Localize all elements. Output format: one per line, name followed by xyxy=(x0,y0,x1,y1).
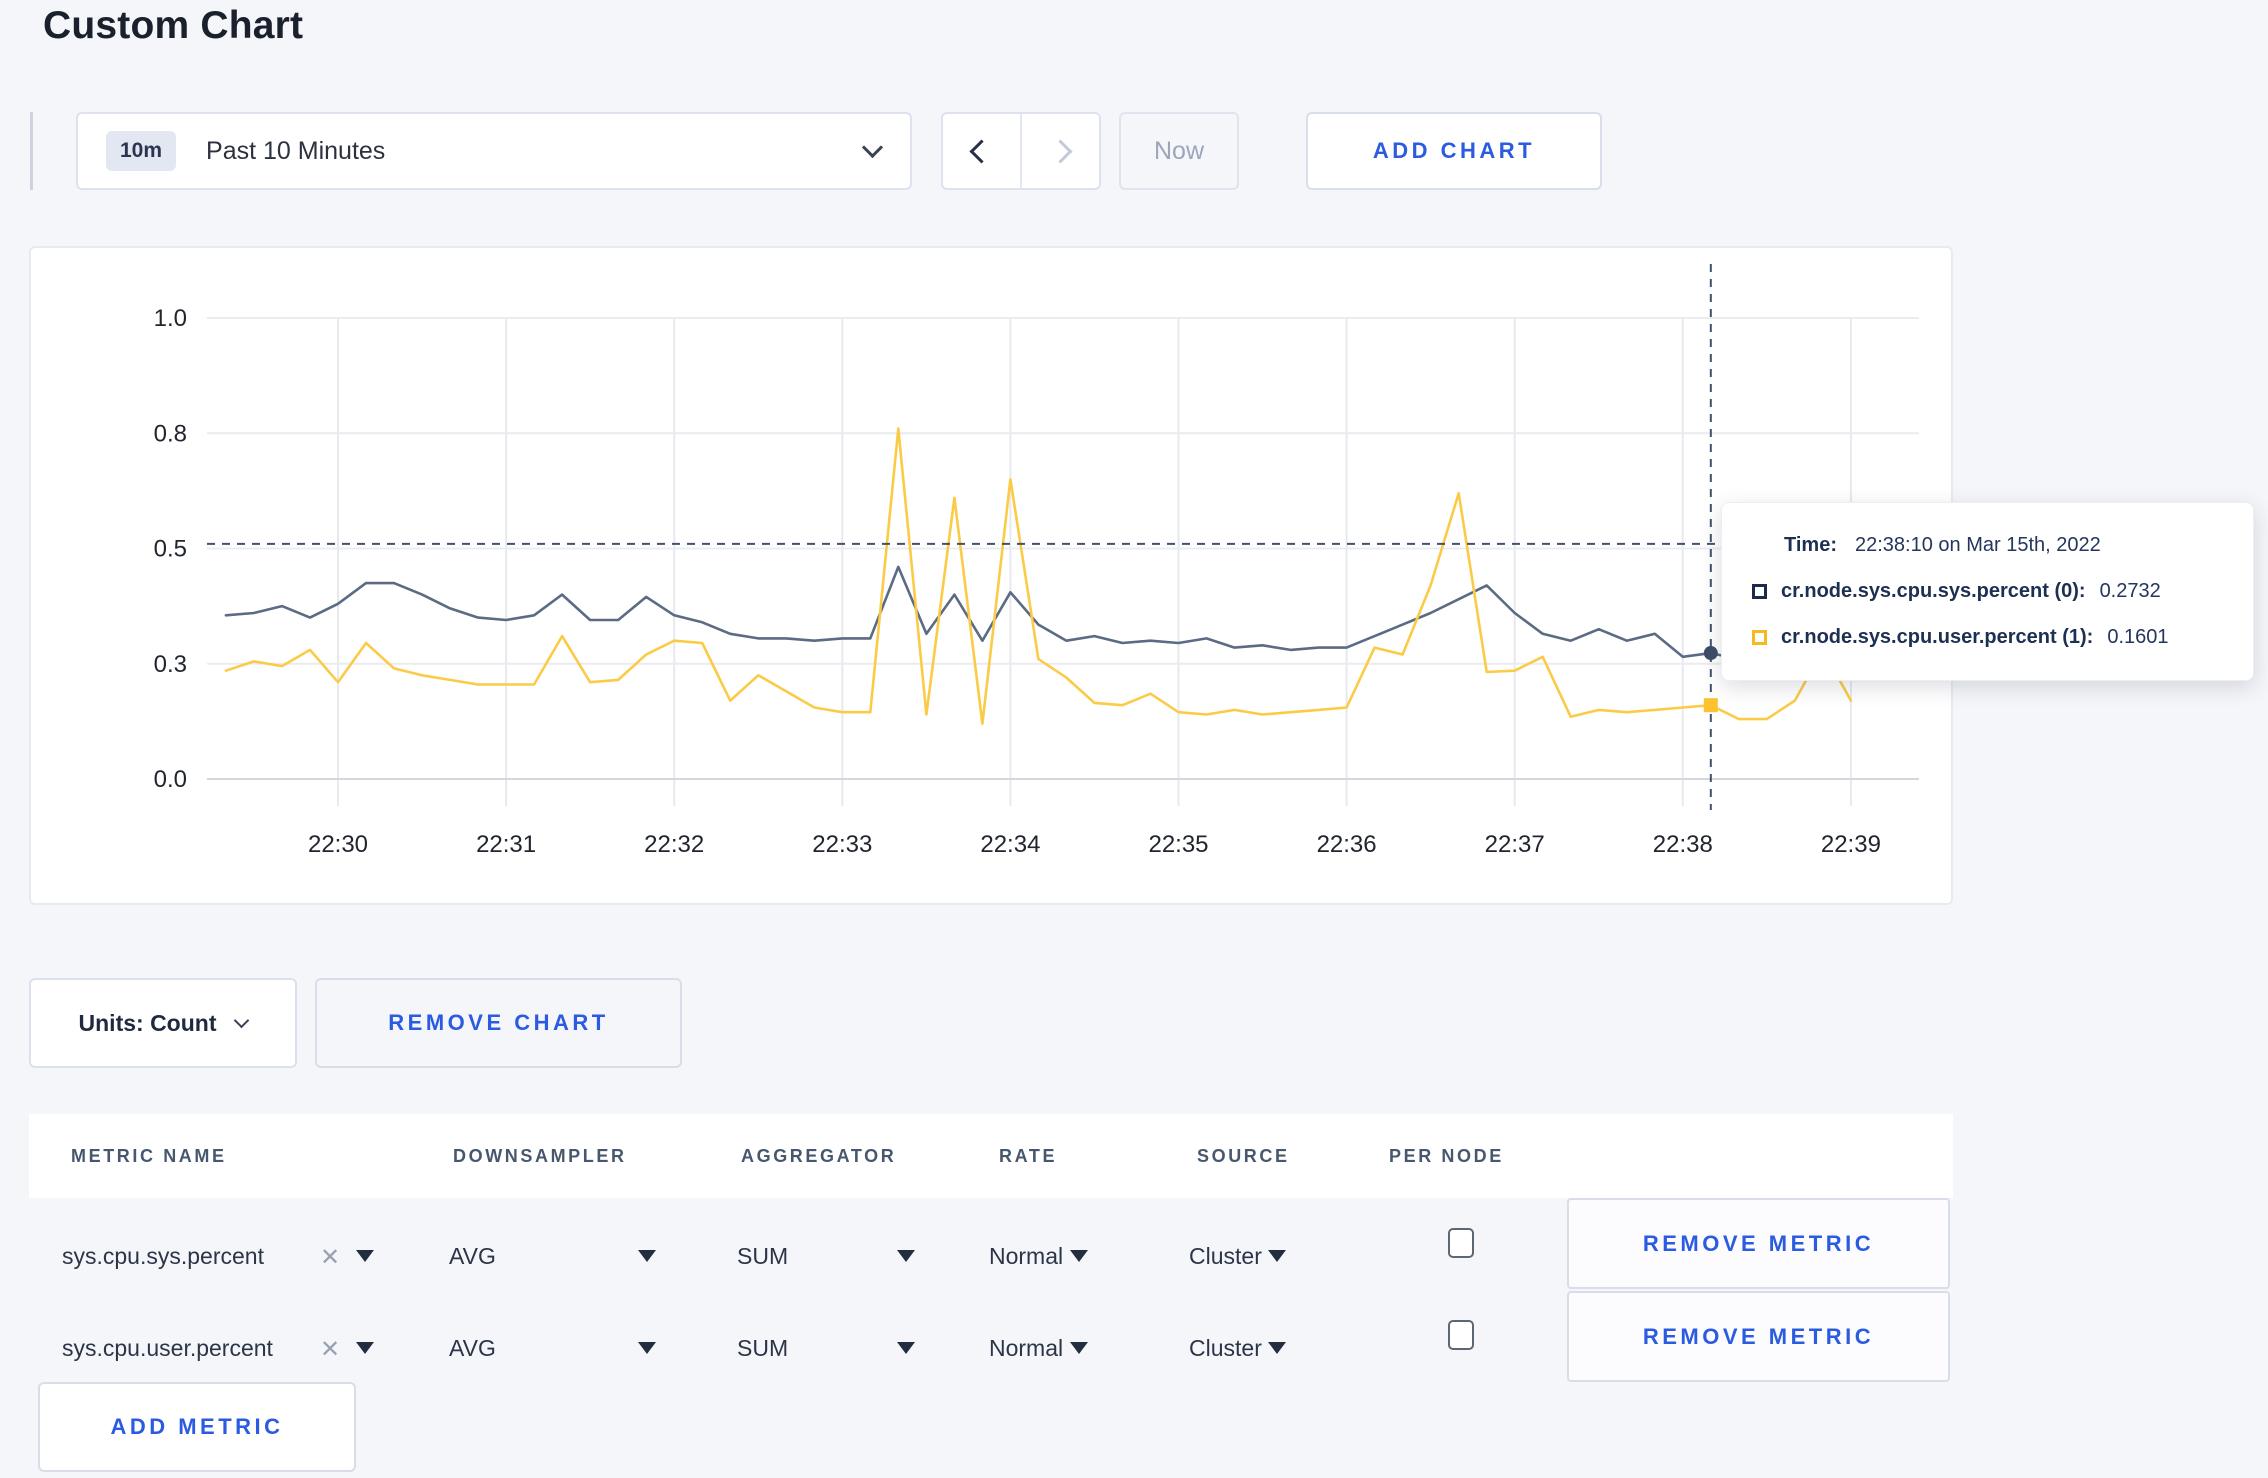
svg-text:22:33: 22:33 xyxy=(812,831,872,858)
svg-text:22:34: 22:34 xyxy=(980,831,1040,858)
aggregator-select[interactable]: SUM xyxy=(737,1335,788,1362)
caret-down-icon xyxy=(897,1249,915,1262)
rate-select[interactable]: Normal xyxy=(989,1243,1088,1270)
user-percent-swatch-icon xyxy=(1752,629,1767,645)
svg-text:0.5: 0.5 xyxy=(154,536,187,563)
metric-name-select[interactable]: sys.cpu.sys.percent xyxy=(62,1243,264,1270)
add-metric-label: ADD METRIC xyxy=(110,1414,284,1439)
aggregator-caret[interactable] xyxy=(897,1335,915,1362)
col-downsampler: DOWNSAMPLER xyxy=(453,1146,627,1166)
clear-metric-icon[interactable]: ✕ xyxy=(320,1243,340,1272)
per-node-checkbox[interactable] xyxy=(1448,1320,1474,1350)
svg-text:0.3: 0.3 xyxy=(154,651,187,678)
svg-text:22:39: 22:39 xyxy=(1821,831,1881,858)
caret-down-icon xyxy=(356,1249,374,1262)
downsampler-select[interactable]: AVG xyxy=(449,1335,496,1362)
timeseries-chart[interactable]: 22:30 22:31 22:32 22:33 22:34 22:35 22:36 22:37… xyxy=(31,248,1951,903)
remove-chart-button[interactable]: REMOVE CHART xyxy=(315,978,682,1068)
downsampler-select[interactable]: AVG xyxy=(449,1243,496,1270)
page-title: Custom Chart xyxy=(43,4,304,47)
clear-metric-icon[interactable]: ✕ xyxy=(320,1335,340,1364)
time-range-dropdown[interactable]: 10m Past 10 Minutes xyxy=(76,112,912,190)
svg-text:22:37: 22:37 xyxy=(1485,831,1545,858)
toolbar-divider xyxy=(30,112,33,190)
downsampler-caret[interactable] xyxy=(638,1335,656,1362)
svg-text:22:32: 22:32 xyxy=(644,831,704,858)
tooltip-series-name: cr.node.sys.cpu.sys.percent (0): xyxy=(1781,579,2086,602)
remove-metric-button[interactable]: REMOVE METRIC xyxy=(1567,1198,1950,1289)
col-rate: RATE xyxy=(999,1146,1058,1166)
time-pager xyxy=(941,112,1101,190)
time-range-label: Past 10 Minutes xyxy=(206,136,386,165)
svg-text:1.0: 1.0 xyxy=(154,305,187,332)
chevron-down-icon xyxy=(234,1012,250,1028)
caret-down-icon xyxy=(1069,1249,1088,1262)
tooltip-series-value: 0.2732 xyxy=(2099,579,2161,602)
svg-text:22:35: 22:35 xyxy=(1148,831,1208,858)
time-range-badge: 10m xyxy=(106,131,177,171)
tooltip-time-row: Time: 22:38:10 on Mar 15th, 2022 xyxy=(1752,529,2253,561)
metric-name-caret[interactable] xyxy=(356,1243,374,1270)
tooltip-time-value: 22:38:10 on Mar 15th, 2022 xyxy=(1854,533,2101,556)
caret-down-icon xyxy=(356,1341,374,1354)
caret-down-icon xyxy=(638,1249,656,1262)
aggregator-select[interactable]: SUM xyxy=(737,1243,788,1270)
col-metric-name: METRIC NAME xyxy=(71,1146,227,1166)
caret-down-icon xyxy=(1069,1341,1088,1354)
svg-text:22:36: 22:36 xyxy=(1317,831,1377,858)
svg-text:0.0: 0.0 xyxy=(154,766,187,793)
units-dropdown[interactable]: Units: Count xyxy=(29,978,297,1068)
svg-text:22:30: 22:30 xyxy=(308,831,368,858)
svg-text:22:31: 22:31 xyxy=(476,831,536,858)
remove-chart-label: REMOVE CHART xyxy=(388,1010,609,1035)
tooltip-series-row: cr.node.sys.cpu.user.percent (1): 0.1601 xyxy=(1752,621,2253,653)
now-button[interactable]: Now xyxy=(1119,112,1239,190)
add-chart-label: ADD CHART xyxy=(1372,138,1536,163)
now-button-label: Now xyxy=(1153,136,1204,165)
chevron-down-icon xyxy=(861,136,884,159)
tooltip-series-name: cr.node.sys.cpu.user.percent (1): xyxy=(1781,625,2094,648)
chevron-left-icon xyxy=(969,138,994,164)
caret-down-icon xyxy=(1268,1249,1287,1262)
caret-down-icon xyxy=(1268,1341,1287,1354)
caret-down-icon xyxy=(897,1341,915,1354)
per-node-checkbox[interactable] xyxy=(1448,1228,1474,1258)
svg-text:22:38: 22:38 xyxy=(1653,831,1713,858)
svg-text:0.8: 0.8 xyxy=(154,420,187,447)
metric-name-caret[interactable] xyxy=(356,1335,374,1362)
col-source: SOURCE xyxy=(1197,1146,1290,1166)
metric-name-select[interactable]: sys.cpu.user.percent xyxy=(62,1335,273,1362)
prev-time-button[interactable] xyxy=(943,114,1020,188)
tooltip-series-row: cr.node.sys.cpu.sys.percent (0): 0.2732 xyxy=(1752,575,2253,607)
aggregator-caret[interactable] xyxy=(897,1243,915,1270)
source-select[interactable]: Cluster xyxy=(1189,1243,1287,1270)
sys-percent-swatch-icon xyxy=(1752,583,1767,599)
chevron-right-icon xyxy=(1048,138,1073,164)
metrics-table-header: METRIC NAME DOWNSAMPLER AGGREGATOR RATE … xyxy=(29,1114,1953,1198)
caret-down-icon xyxy=(638,1341,656,1354)
chart-hover-tooltip: Time: 22:38:10 on Mar 15th, 2022 cr.node… xyxy=(1721,502,2254,681)
source-select[interactable]: Cluster xyxy=(1189,1335,1287,1362)
col-per-node: PER NODE xyxy=(1389,1146,1504,1166)
col-aggregator: AGGREGATOR xyxy=(741,1146,897,1166)
next-time-button[interactable] xyxy=(1020,114,1099,188)
remove-metric-label: REMOVE METRIC xyxy=(1642,1323,1875,1349)
downsampler-caret[interactable] xyxy=(638,1243,656,1270)
chart-card: 22:30 22:31 22:32 22:33 22:34 22:35 22:36 22:37… xyxy=(29,246,1953,905)
units-label: Units: Count xyxy=(78,1009,217,1036)
rate-select[interactable]: Normal xyxy=(989,1335,1088,1362)
tooltip-series-value: 0.1601 xyxy=(2107,625,2169,648)
remove-metric-label: REMOVE METRIC xyxy=(1642,1230,1875,1256)
tooltip-time-label: Time: xyxy=(1784,533,1837,556)
add-chart-button[interactable]: ADD CHART xyxy=(1306,112,1602,190)
remove-metric-button[interactable]: REMOVE METRIC xyxy=(1567,1291,1950,1382)
custom-chart-page: Custom Chart 10m Past 10 Minutes Now ADD… xyxy=(0,0,2268,1478)
add-metric-button[interactable]: ADD METRIC xyxy=(38,1382,356,1472)
